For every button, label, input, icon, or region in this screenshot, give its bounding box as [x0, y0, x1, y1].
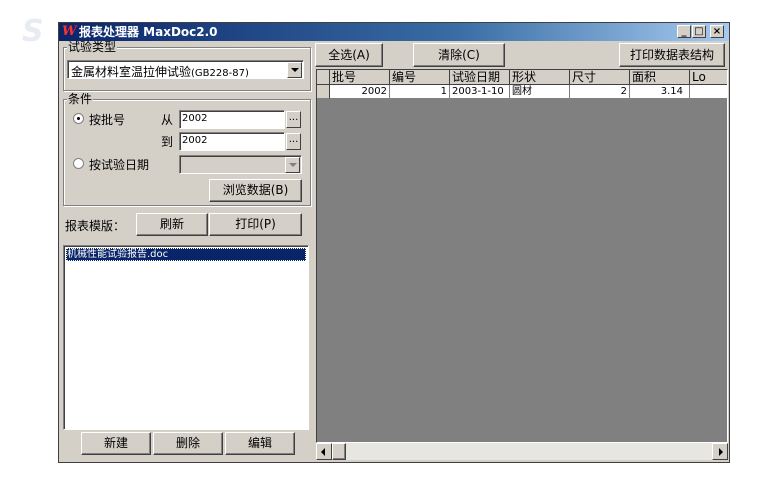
maximize-button[interactable]: □: [692, 25, 706, 38]
row-header[interactable]: [317, 85, 330, 99]
conditions-group-label: 条件: [67, 92, 94, 106]
table-cell[interactable]: 2002: [330, 85, 390, 99]
column-header[interactable]: Lo: [690, 70, 727, 85]
column-header[interactable]: 批号: [330, 70, 390, 85]
select-all-button[interactable]: 全选(A): [315, 43, 383, 67]
ellipsis-icon: ...: [288, 134, 299, 145]
watermark-logo: S: [22, 14, 44, 49]
list-item[interactable]: 机械性能试验报告.doc: [66, 248, 306, 261]
main-window: W 报表处理器 MaxDoc2.0 _ □ × 试验类型 金属材料室温拉伸试验(…: [58, 22, 730, 463]
scroll-thumb[interactable]: [332, 443, 346, 460]
batch-to-browse-button[interactable]: ...: [286, 133, 301, 150]
window-title: 报表处理器 MaxDoc2.0: [79, 25, 218, 39]
column-header[interactable]: 尺寸: [570, 70, 630, 85]
browse-data-button[interactable]: 浏览数据(B): [209, 179, 302, 202]
test-type-group-label: 试验类型: [67, 40, 118, 54]
ellipsis-icon: ...: [288, 112, 299, 123]
new-button[interactable]: 新建: [81, 432, 151, 455]
table-cell[interactable]: 3.14: [630, 85, 690, 99]
column-header[interactable]: 面积: [630, 70, 690, 85]
clear-button[interactable]: 清除(C): [413, 43, 505, 67]
batch-to-input[interactable]: 2002: [179, 132, 285, 151]
data-grid[interactable]: 批号 编号 试验日期 形状 尺寸 面积 Lo 2002 1 2003-1-10 …: [316, 69, 728, 443]
minimize-button[interactable]: _: [677, 25, 691, 38]
test-type-select[interactable]: 金属材料室温拉伸试验(GB228-87): [67, 60, 304, 79]
column-header[interactable]: 试验日期: [450, 70, 510, 85]
table-cell[interactable]: 2003-1-10: [450, 85, 510, 99]
table-cell[interactable]: 1: [390, 85, 450, 99]
close-icon: ×: [712, 26, 722, 37]
scroll-right-icon[interactable]: [712, 443, 728, 460]
refresh-button[interactable]: 刷新: [136, 213, 208, 236]
minimize-icon: _: [681, 26, 687, 37]
print-structure-button[interactable]: 打印数据表结构: [619, 43, 725, 67]
table-cell[interactable]: [690, 85, 727, 99]
row-header-corner: [317, 70, 330, 85]
print-button[interactable]: 打印(P): [209, 213, 302, 236]
close-button[interactable]: ×: [710, 25, 724, 38]
chevron-down-icon[interactable]: [287, 62, 302, 78]
to-label: 到: [161, 135, 174, 149]
horizontal-scrollbar[interactable]: [316, 443, 728, 460]
batch-from-browse-button[interactable]: ...: [286, 111, 301, 128]
chevron-down-icon[interactable]: [285, 157, 300, 173]
maximize-icon: □: [694, 26, 704, 37]
edit-button[interactable]: 编辑: [225, 432, 295, 455]
radio-by-date[interactable]: [73, 158, 84, 169]
table-cell[interactable]: 圆材: [510, 85, 570, 99]
batch-from-input[interactable]: 2002: [179, 110, 285, 129]
app-icon: W: [62, 24, 77, 39]
by-date-label: 按试验日期: [89, 158, 150, 172]
title-bar[interactable]: W 报表处理器 MaxDoc2.0 _ □ ×: [59, 23, 729, 41]
by-batch-label: 按批号: [89, 113, 126, 127]
from-label: 从: [161, 113, 174, 127]
table-cell[interactable]: 2: [570, 85, 630, 99]
column-header[interactable]: 形状: [510, 70, 570, 85]
column-header[interactable]: 编号: [390, 70, 450, 85]
radio-by-batch[interactable]: [73, 113, 84, 124]
test-type-value: 金属材料室温拉伸试验(GB228-87): [71, 65, 249, 79]
delete-button[interactable]: 删除: [153, 432, 223, 455]
template-list[interactable]: 机械性能试验报告.doc: [63, 245, 309, 430]
template-label: 报表模版：: [65, 219, 126, 233]
scroll-left-icon[interactable]: [316, 443, 332, 460]
date-select[interactable]: [179, 155, 302, 174]
